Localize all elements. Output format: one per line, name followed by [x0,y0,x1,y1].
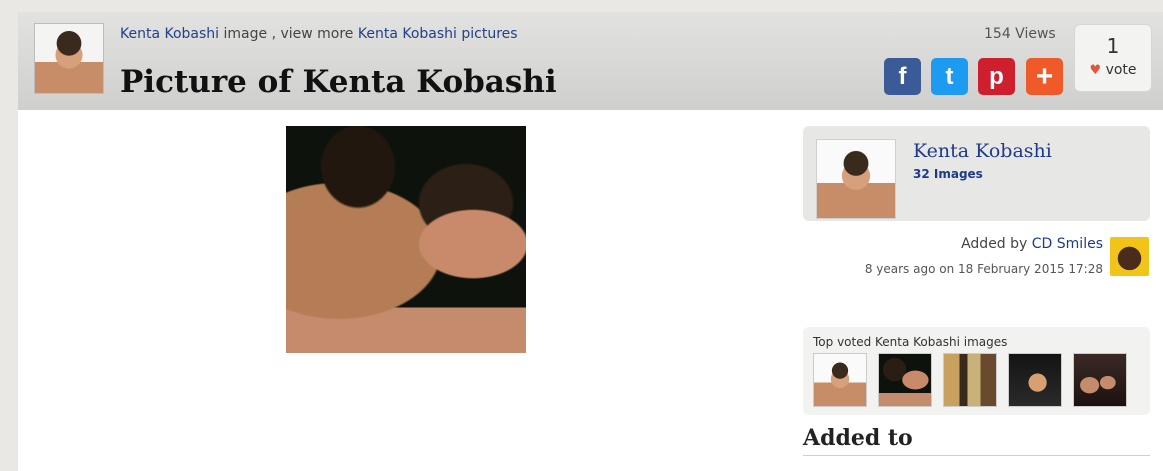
person-card-thumbnail[interactable] [816,139,896,219]
top-voted-thumbnail[interactable] [813,353,867,407]
top-voted-thumbnail[interactable] [943,353,997,407]
person-card-name[interactable]: Kenta Kobashi [913,140,1052,162]
header-bar: Kenta Kobashi image , view more Kenta Ko… [18,12,1163,110]
pinterest-icon: p [989,62,1004,90]
crumb-separator: image , view more [219,26,358,42]
added-by: Added by CD Smiles [961,236,1103,252]
top-voted-thumbnail[interactable] [1008,353,1062,407]
divider [803,455,1150,456]
pinterest-share-button[interactable]: p [978,58,1015,95]
top-voted-panel: Top voted Kenta Kobashi images [803,327,1150,415]
top-voted-heading: Top voted Kenta Kobashi images [813,335,1008,349]
person-thumbnail[interactable] [34,23,104,94]
person-link[interactable]: Kenta Kobashi [120,26,219,42]
vote-button[interactable]: 1 ♥ vote [1074,24,1152,92]
facebook-icon: f [898,62,907,90]
added-to-heading: Added to [803,425,913,451]
twitter-icon: t [945,62,954,90]
view-count: 154 Views [984,26,1056,42]
more-pictures-link[interactable]: Kenta Kobashi pictures [358,26,518,42]
vote-label: ♥ vote [1075,62,1151,78]
top-voted-thumbnail[interactable] [1073,353,1127,407]
vote-count: 1 [1106,34,1120,58]
twitter-share-button[interactable]: t [931,58,968,95]
added-by-prefix: Added by [961,236,1032,252]
more-share-button[interactable]: + [1026,58,1063,95]
top-voted-thumbnail[interactable] [878,353,932,407]
page: Kenta Kobashi image , view more Kenta Ko… [18,12,1163,471]
breadcrumb: Kenta Kobashi image , view more Kenta Ko… [120,26,518,42]
page-title: Picture of Kenta Kobashi [120,64,557,100]
facebook-share-button[interactable]: f [884,58,921,95]
heart-icon: ♥ [1089,63,1102,78]
person-card: Kenta Kobashi 32 Images [803,126,1150,221]
added-date: 8 years ago on 18 February 2015 17:28 [864,262,1103,276]
main-picture[interactable] [286,126,526,353]
vote-text: vote [1105,62,1137,78]
uploader-link[interactable]: CD Smiles [1032,236,1103,252]
person-card-image-count[interactable]: 32 Images [913,167,983,181]
plus-icon: + [1035,59,1054,93]
avatar[interactable] [1110,237,1149,276]
